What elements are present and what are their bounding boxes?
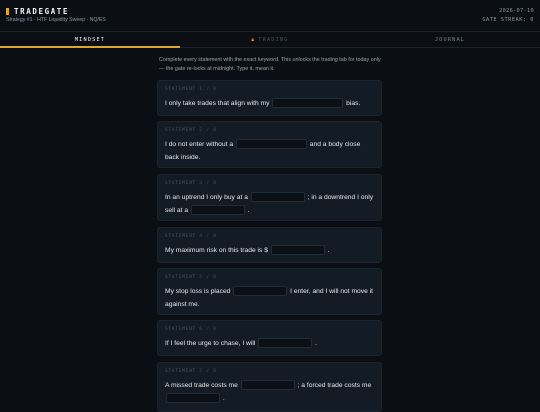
statement-text: If I feel the urge to chase, I will . <box>165 337 376 350</box>
keyword-input[interactable] <box>233 286 288 297</box>
instructions: Complete every statement with the exact … <box>159 57 381 72</box>
statement-text-part: I do not enter without a <box>165 141 234 148</box>
statement-text-part: ; a forced trade costs me <box>297 382 372 389</box>
app-header: TRADEGATE Strategy #1 · HTF Liquidity Sw… <box>0 0 540 31</box>
statement-number: STATEMENT 1 / 8 <box>165 87 217 92</box>
statement-text-part: . <box>315 340 317 347</box>
statement-text-part: bias. <box>346 100 361 107</box>
keyword-input[interactable] <box>270 245 325 256</box>
statement-card: STATEMENT 6 / 8 If I feel the urge to ch… <box>157 320 382 356</box>
statement-card: STATEMENT 1 / 8 I only take trades that … <box>157 80 382 116</box>
tab-mindset[interactable]: MINDSET <box>0 32 180 48</box>
tab-journal-label: JOURNAL <box>434 36 466 43</box>
statement-text-part: I only take trades that align with my <box>165 100 270 107</box>
statement-text-part: In an uptrend I only buy at a <box>165 194 248 201</box>
gate-streak: GATE STREAK: 0 <box>482 17 534 23</box>
strategy-subtitle: Strategy #1 · HTF Liquidity Sweep · NQ/E… <box>6 17 106 23</box>
tab-journal[interactable]: JOURNAL <box>360 32 540 47</box>
statement-number: STATEMENT 2 / 8 <box>165 128 217 133</box>
statement-number: STATEMENT 3 / 8 <box>165 181 217 186</box>
statement-text-part: . <box>222 395 225 402</box>
statement-text-part: My maximum risk on this trade is $ <box>165 247 268 254</box>
tab-trading[interactable]: 🔒︎ TRADING <box>180 32 360 47</box>
keyword-input[interactable] <box>250 192 305 203</box>
statement-text: A missed trade costs me ; a forced trade… <box>165 379 376 405</box>
statement-text: My maximum risk on this trade is $ . <box>165 244 376 257</box>
tab-bar: MINDSET 🔒︎ TRADING JOURNAL <box>0 31 540 48</box>
brand: TRADEGATE <box>6 7 69 16</box>
keyword-input[interactable] <box>235 139 307 150</box>
keyword-input[interactable] <box>166 393 220 404</box>
app-title: TRADEGATE <box>14 7 70 16</box>
statement-card: STATEMENT 4 / 8 My maximum risk on this … <box>157 227 382 263</box>
statement-text-part: My stop loss is placed <box>165 288 231 295</box>
tab-trading-label: TRADING <box>258 36 289 43</box>
statement-text-part: A missed trade costs me <box>165 382 238 389</box>
tab-mindset-label: MINDSET <box>74 36 106 43</box>
keyword-input[interactable] <box>258 338 313 349</box>
keyword-input[interactable] <box>240 380 295 391</box>
statement-number: STATEMENT 5 / 8 <box>165 275 217 280</box>
statement-text: My stop loss is placed I enter, and I wi… <box>165 285 376 311</box>
statement-text-part: If I feel the urge to chase, I will <box>165 340 256 347</box>
logo-mark-icon <box>6 8 9 15</box>
current-date: 2026-07-10 <box>499 8 534 14</box>
statement-number: STATEMENT 4 / 8 <box>165 234 217 239</box>
keyword-input[interactable] <box>190 205 245 216</box>
statement-card: STATEMENT 2 / 8 I do not enter without a… <box>157 121 382 168</box>
statement-text: I only take trades that align with my bi… <box>165 97 376 110</box>
statement-card: STATEMENT 5 / 8 My stop loss is placed I… <box>157 268 382 315</box>
statement-text: I do not enter without a and a body clos… <box>165 138 376 164</box>
keyword-input[interactable] <box>272 98 344 109</box>
statement-card: STATEMENT 3 / 8 In an uptrend I only buy… <box>157 174 382 221</box>
statement-text-part: . <box>327 247 330 254</box>
statement-number: STATEMENT 6 / 8 <box>165 327 217 332</box>
lock-icon: 🔒︎ <box>251 36 256 43</box>
statement-text: In an uptrend I only buy at a ; in a dow… <box>165 191 376 217</box>
statement-text-part: . <box>247 207 250 214</box>
statement-number: STATEMENT 7 / 8 <box>165 369 217 374</box>
